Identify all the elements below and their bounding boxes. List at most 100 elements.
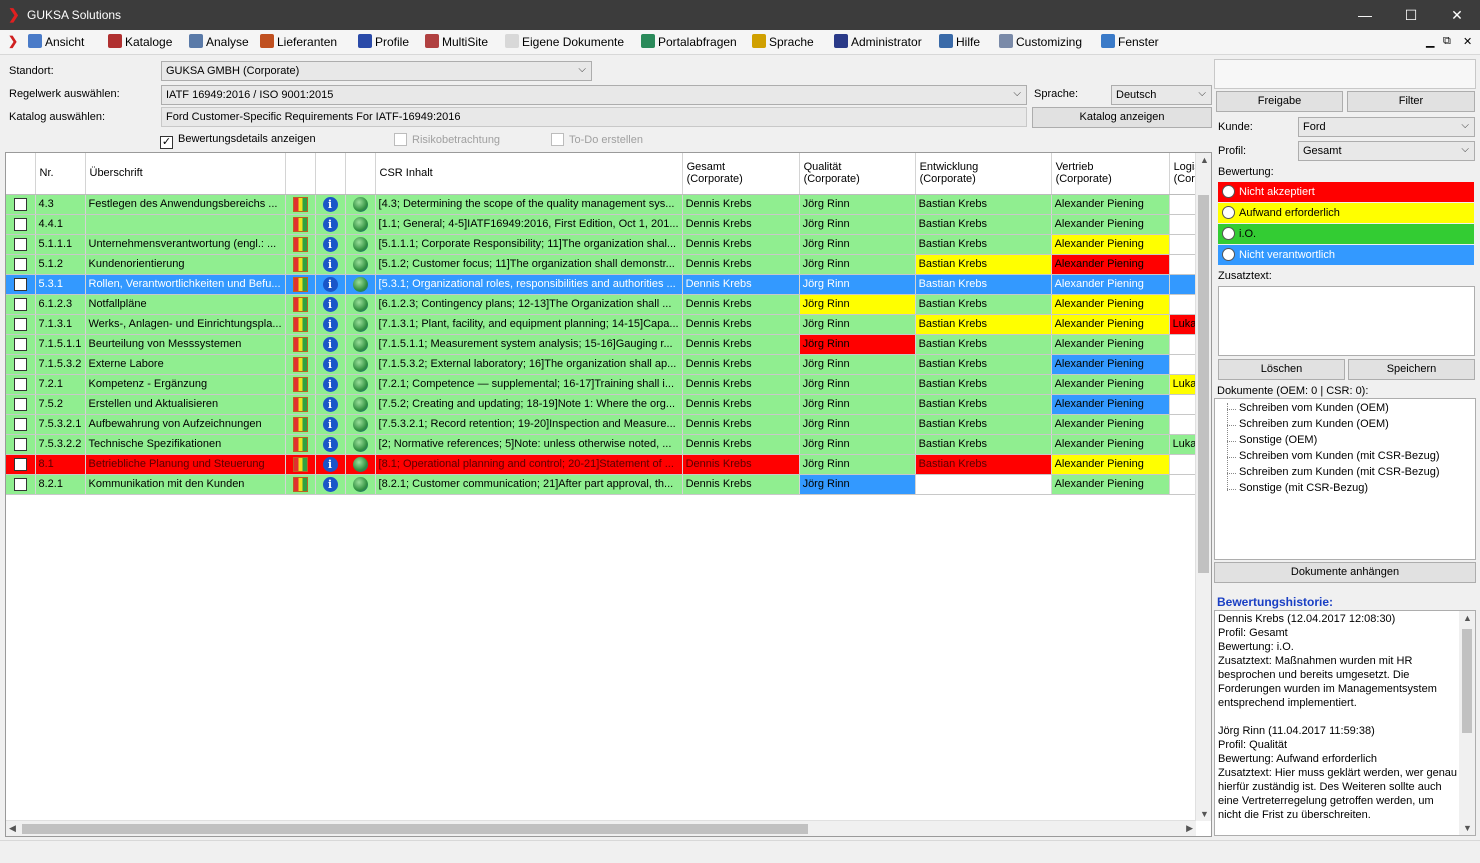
flag-cell[interactable] [285, 434, 316, 455]
info-cell[interactable]: i [315, 314, 346, 335]
table-row[interactable]: 5.1.1.1 Unternehmensverantwortung (engl.:… [6, 234, 1210, 255]
select-cell[interactable] [6, 254, 36, 275]
select-cell[interactable] [6, 474, 36, 495]
globe-cell[interactable] [345, 454, 376, 475]
col-ueberschrift-header[interactable]: Überschrift [85, 153, 286, 195]
vertrieb-cell[interactable]: Alexander Piening [1051, 394, 1170, 415]
gesamt-cell[interactable]: Dennis Krebs [682, 474, 800, 495]
bewertungshistorie-box[interactable]: Dennis Krebs (12.04.2017 12:08:30) Profil… [1214, 610, 1476, 836]
flag-icon[interactable] [292, 336, 308, 352]
close-button[interactable]: ✕ [1434, 0, 1480, 30]
info-icon[interactable]: i [322, 356, 338, 372]
flag-icon[interactable] [292, 196, 308, 212]
ueberschrift-cell[interactable]: Externe Labore [85, 354, 286, 375]
col-nr-header[interactable]: Nr. [35, 153, 86, 195]
info-icon[interactable]: i [322, 316, 338, 332]
table-row[interactable]: 7.2.1 Kompetenz - Ergänzung i [7.2.1; Compe… [6, 374, 1210, 395]
ueberschrift-cell[interactable]: Technische Spezifikationen [85, 434, 286, 455]
vertrieb-cell[interactable]: Alexander Piening [1051, 234, 1170, 255]
globe-cell[interactable] [345, 274, 376, 295]
entwicklung-cell[interactable]: Bastian Krebs [915, 294, 1052, 315]
gesamt-cell[interactable]: Dennis Krebs [682, 434, 800, 455]
flag-icon[interactable] [292, 256, 308, 272]
dokumente-anhaengen-button[interactable]: Dokumente anhängen [1214, 562, 1476, 583]
row-checkbox[interactable] [13, 297, 27, 311]
globe-cell[interactable] [345, 194, 376, 215]
tree-item[interactable]: Schreiben vom Kunden (mit CSR-Bezug) [1227, 450, 1440, 462]
scroll-up-icon[interactable]: ▲ [1200, 155, 1209, 165]
rating-option[interactable]: i.O. [1218, 224, 1474, 244]
flag-cell[interactable] [285, 394, 316, 415]
flag-icon[interactable] [292, 456, 308, 472]
row-checkbox[interactable] [13, 377, 27, 391]
menu-item-6[interactable]: Eigene Dokumente [505, 34, 624, 49]
katalog-anzeigen-button[interactable]: Katalog anzeigen [1032, 107, 1212, 128]
filter-button[interactable]: Filter [1347, 91, 1475, 112]
scroll-thumb[interactable] [1462, 629, 1472, 733]
gesamt-cell[interactable]: Dennis Krebs [682, 334, 800, 355]
minimize-button[interactable]: — [1342, 0, 1388, 30]
ueberschrift-cell[interactable]: Kundenorientierung [85, 254, 286, 275]
row-checkbox[interactable] [13, 217, 27, 231]
gesamt-cell[interactable]: Dennis Krebs [682, 234, 800, 255]
gesamt-cell[interactable]: Dennis Krebs [682, 214, 800, 235]
sprache-select[interactable]: Deutsch ⌵ [1111, 85, 1212, 105]
gesamt-cell[interactable]: Dennis Krebs [682, 414, 800, 435]
row-checkbox[interactable] [13, 357, 27, 371]
qualitaet-cell[interactable]: Jörg Rinn [799, 334, 916, 355]
globe-icon[interactable] [352, 216, 368, 232]
info-icon[interactable]: i [322, 436, 338, 452]
tree-item[interactable]: Schreiben zum Kunden (mit CSR-Bezug) [1227, 466, 1440, 478]
entwicklung-cell[interactable]: Bastian Krebs [915, 394, 1052, 415]
col-qualitaet-header[interactable]: Qualität (Corporate) [799, 153, 916, 195]
info-cell[interactable]: i [315, 474, 346, 495]
globe-cell[interactable] [345, 334, 376, 355]
globe-icon[interactable] [352, 236, 368, 252]
ueberschrift-cell[interactable]: Betriebliche Planung und Steuerung [85, 454, 286, 475]
nr-cell[interactable]: 4.3 [35, 194, 86, 215]
flag-cell[interactable] [285, 454, 316, 475]
kunde-select[interactable]: Ford ⌵ [1298, 117, 1475, 137]
regelwerk-select[interactable]: IATF 16949:2016 / ISO 9001:2015 ⌵ [161, 85, 1027, 105]
vertrieb-cell[interactable]: Alexander Piening [1051, 274, 1170, 295]
standort-select[interactable]: GUKSA GMBH (Corporate) ⌵ [161, 61, 592, 81]
scroll-thumb[interactable] [1198, 195, 1209, 573]
table-row[interactable]: 5.1.2 Kundenorientierung i [5.1.2; Customer… [6, 254, 1210, 275]
nr-cell[interactable]: 8.1 [35, 454, 86, 475]
entwicklung-cell[interactable]: Bastian Krebs [915, 334, 1052, 355]
globe-icon[interactable] [352, 416, 368, 432]
nr-cell[interactable]: 7.2.1 [35, 374, 86, 395]
katalog-field[interactable]: Ford Customer-Specific Requirements For … [161, 107, 1027, 127]
entwicklung-cell[interactable]: Bastian Krebs [915, 434, 1052, 455]
scroll-down-icon[interactable]: ▼ [1463, 823, 1472, 833]
globe-icon[interactable] [352, 356, 368, 372]
scroll-right-icon[interactable]: ▶ [1186, 823, 1193, 834]
vertrieb-cell[interactable]: Alexander Piening [1051, 374, 1170, 395]
info-icon[interactable]: i [322, 456, 338, 472]
grid-horizontal-scrollbar[interactable]: ◀ ▶ [6, 820, 1196, 836]
table-row[interactable]: 4.3 Festlegen des Anwendungsbereichs ... i… [6, 194, 1210, 215]
info-icon[interactable]: i [322, 236, 338, 252]
select-cell[interactable] [6, 274, 36, 295]
col-vertrieb-header[interactable]: Vertrieb (Corporate) [1051, 153, 1170, 195]
globe-icon[interactable] [352, 456, 368, 472]
col-select-header[interactable] [6, 153, 36, 195]
info-icon[interactable]: i [322, 296, 338, 312]
radio-icon[interactable] [1222, 185, 1235, 198]
csr-cell[interactable]: [5.1.1.1; Corporate Responsibility; 11]T… [375, 234, 683, 255]
ueberschrift-cell[interactable]: Rollen, Verantwortlichkeiten und Befu... [85, 274, 286, 295]
col-entwicklung-header[interactable]: Entwicklung (Corporate) [915, 153, 1052, 195]
row-checkbox[interactable] [13, 237, 27, 251]
csr-cell[interactable]: [4.3; Determining the scope of the quali… [375, 194, 683, 215]
col-globe-header[interactable] [345, 153, 376, 195]
globe-icon[interactable] [352, 336, 368, 352]
globe-cell[interactable] [345, 394, 376, 415]
flag-cell[interactable] [285, 374, 316, 395]
freigabe-button[interactable]: Freigabe [1216, 91, 1343, 112]
globe-cell[interactable] [345, 354, 376, 375]
gesamt-cell[interactable]: Dennis Krebs [682, 454, 800, 475]
flag-icon[interactable] [292, 376, 308, 392]
gesamt-cell[interactable]: Dennis Krebs [682, 294, 800, 315]
qualitaet-cell[interactable]: Jörg Rinn [799, 214, 916, 235]
csr-cell[interactable]: [7.1.3.1; Plant, facility, and equipment… [375, 314, 683, 335]
